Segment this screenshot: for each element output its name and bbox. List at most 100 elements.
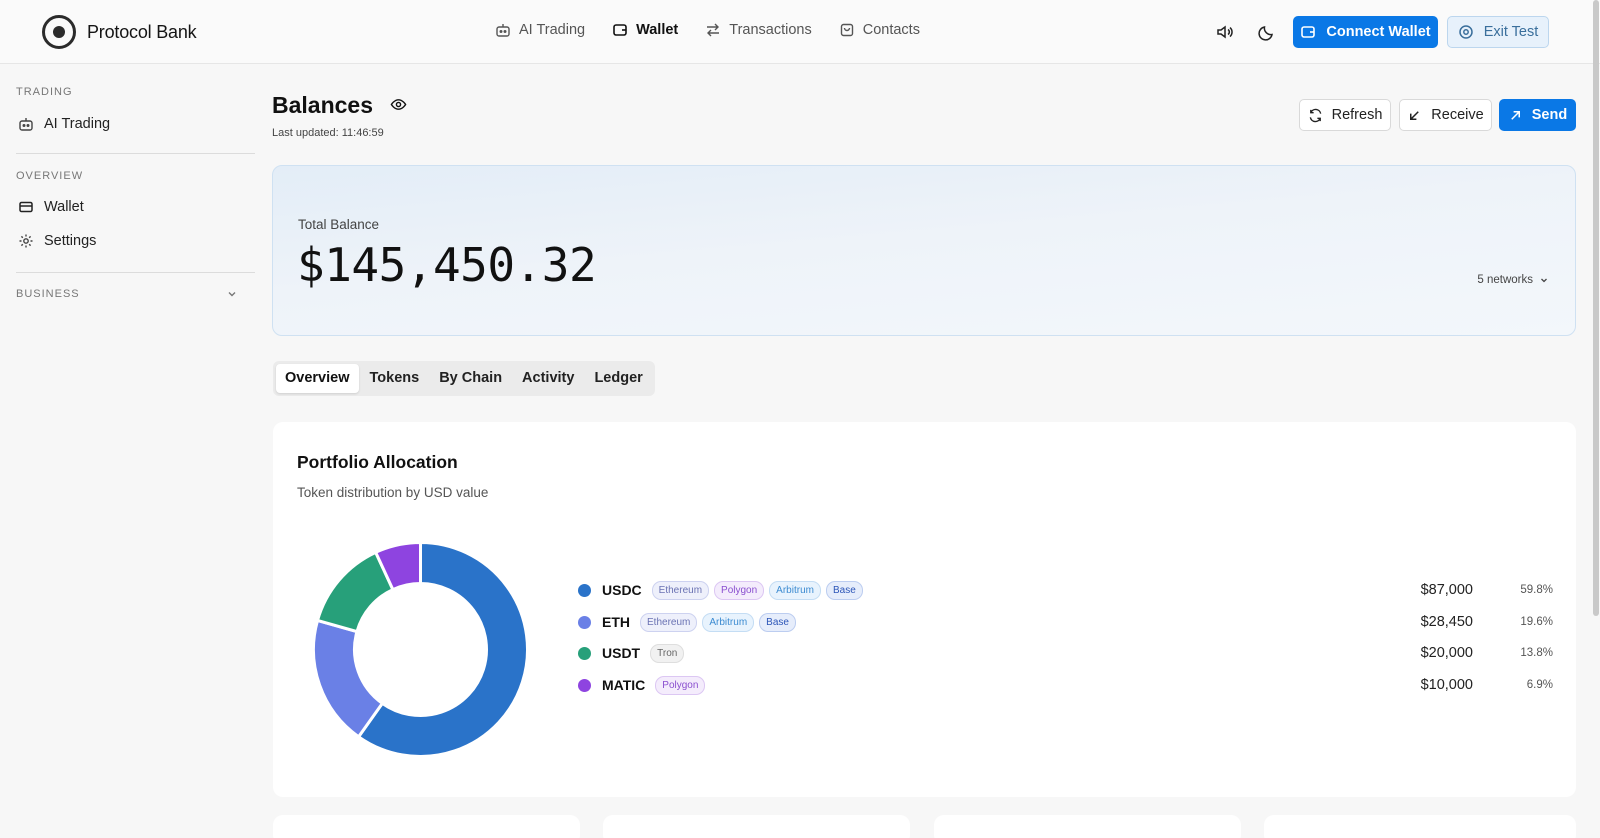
sidebar-item-settings[interactable]: Settings — [18, 233, 96, 249]
wallet-icon — [19, 201, 33, 213]
receive-button[interactable]: Receive — [1399, 99, 1492, 131]
sidebar-item-wallet[interactable]: Wallet — [18, 199, 84, 215]
speaker-icon[interactable] — [1215, 22, 1235, 42]
sidebar-item-label: AI Trading — [44, 116, 111, 132]
networks-dropdown[interactable]: 5 networks — [1477, 274, 1549, 286]
token-amount: $28,450 — [1420, 614, 1473, 630]
brand[interactable]: Protocol Bank — [42, 15, 197, 49]
wallet-icon — [1301, 26, 1316, 38]
chain-badge-base: Base — [825, 580, 863, 600]
arrow-down-left-icon — [1410, 110, 1420, 120]
sidebar-section-overview: OVERVIEW — [16, 170, 84, 182]
legend-color-dot — [578, 615, 591, 629]
nav-ai-trading-label: AI Trading — [519, 22, 586, 38]
token-percentage: 6.9% — [1526, 679, 1553, 691]
nav-ai-trading[interactable]: AI Trading — [495, 22, 585, 38]
token-percentage: 13.8% — [1520, 647, 1553, 659]
token-amount: $10,000 — [1420, 677, 1473, 693]
total-balance-label: Total Balance — [298, 217, 380, 232]
tab-overview[interactable]: Overview — [276, 364, 359, 393]
sidebar: TRADING AI Trading OVERVIEW Wallet Setti… — [0, 64, 255, 838]
eye-icon[interactable] — [390, 96, 407, 113]
tab-activity[interactable]: Activity — [513, 364, 583, 393]
gear-icon — [19, 234, 33, 248]
chain-badge-ethereum: Ethereum — [640, 612, 698, 632]
allocation-donut-chart — [313, 542, 528, 757]
robot-icon — [19, 118, 33, 131]
nav-wallet-label: Wallet — [636, 22, 679, 38]
summary-card — [603, 815, 910, 838]
chain-badge-polygon: Polygon — [714, 580, 765, 600]
nav-transactions[interactable]: Transactions — [705, 22, 812, 38]
legend-row-usdt[interactable]: USDT Tron $20,000 13.8% — [578, 641, 1553, 665]
allocation-subtitle: Token distribution by USD value — [297, 485, 489, 500]
token-percentage: 19.6% — [1520, 616, 1553, 628]
arrows-icon — [707, 23, 720, 37]
send-button[interactable]: Send — [1499, 99, 1576, 131]
balance-tabs: Overview Tokens By Chain Activity Ledger — [273, 361, 655, 396]
summary-card — [273, 815, 580, 838]
sidebar-divider — [16, 272, 255, 273]
sidebar-item-label: Settings — [44, 233, 97, 249]
chain-badge-arbitrum: Arbitrum — [702, 612, 755, 632]
arrow-up-right-icon — [1510, 110, 1520, 120]
last-updated: Last updated: 11:46:59 — [272, 127, 384, 139]
exit-test-button[interactable]: Exit Test — [1447, 16, 1549, 48]
token-percentage: 59.8% — [1520, 584, 1553, 596]
token-symbol: ETH — [602, 614, 630, 630]
legend-color-dot — [578, 678, 591, 692]
contacts-icon — [840, 23, 853, 37]
donut-slice-eth[interactable] — [313, 618, 385, 739]
top-navbar: Protocol Bank AI Trading Wallet Transact… — [0, 0, 1600, 64]
receive-label: Receive — [1431, 107, 1484, 123]
logo-icon — [42, 15, 76, 49]
scrollbar[interactable] — [1593, 0, 1599, 616]
sidebar-divider — [16, 153, 255, 154]
sidebar-item-ai-trading[interactable]: AI Trading — [18, 116, 110, 132]
chain-badge-ethereum: Ethereum — [651, 580, 710, 600]
token-symbol: MATIC — [602, 677, 646, 693]
exit-test-label: Exit Test — [1483, 24, 1539, 40]
robot-icon — [496, 24, 510, 37]
refresh-button[interactable]: Refresh — [1299, 99, 1391, 131]
total-balance-value: $145,450.32 — [297, 238, 597, 292]
refresh-icon — [1309, 108, 1321, 122]
main-nav: AI Trading Wallet Transactions Contacts — [495, 22, 920, 38]
sidebar-section-business[interactable]: BUSINESS — [16, 288, 80, 300]
tab-by-chain[interactable]: By Chain — [430, 364, 511, 393]
summary-card — [1264, 815, 1576, 838]
connect-wallet-label: Connect Wallet — [1326, 24, 1431, 40]
moon-icon[interactable] — [1257, 22, 1277, 42]
send-label: Send — [1531, 107, 1568, 123]
networks-label: 5 networks — [1477, 274, 1533, 286]
nav-transactions-label: Transactions — [729, 22, 812, 38]
chain-badge-tron: Tron — [650, 643, 685, 663]
allocation-title: Portfolio Allocation — [297, 452, 458, 472]
token-amount: $87,000 — [1420, 582, 1473, 598]
chain-badge-base: Base — [759, 612, 796, 632]
refresh-label: Refresh — [1331, 107, 1383, 123]
nav-contacts[interactable]: Contacts — [839, 22, 920, 38]
portfolio-allocation-card: Portfolio Allocation Token distribution … — [273, 422, 1576, 797]
chain-badge-polygon: Polygon — [655, 675, 706, 695]
nav-contacts-label: Contacts — [862, 22, 920, 38]
token-amount: $20,000 — [1420, 645, 1473, 661]
total-balance-card: Total Balance $145,450.32 5 networks — [272, 165, 1576, 336]
page-title: Balances — [272, 92, 374, 118]
legend-row-eth[interactable]: ETH Ethereum Arbitrum Base $28,450 19.6% — [578, 610, 1553, 634]
sidebar-section-trading: TRADING — [16, 86, 73, 98]
legend-color-dot — [578, 646, 591, 660]
nav-wallet[interactable]: Wallet — [612, 22, 678, 38]
tab-tokens[interactable]: Tokens — [361, 364, 429, 393]
token-symbol: USDT — [602, 645, 641, 661]
chevron-down-icon[interactable] — [226, 288, 238, 300]
tab-ledger[interactable]: Ledger — [585, 364, 651, 393]
legend-row-usdc[interactable]: USDC Ethereum Polygon Arbitrum Base $87,000 59… — [578, 578, 1553, 602]
connect-wallet-button[interactable]: Connect Wallet — [1293, 16, 1438, 48]
brand-name: Protocol Bank — [87, 21, 197, 42]
legend-color-dot — [578, 583, 591, 597]
legend-row-matic[interactable]: MATIC Polygon $10,000 6.9% — [578, 673, 1553, 697]
summary-card — [934, 815, 1241, 838]
token-symbol: USDC — [602, 582, 642, 598]
target-icon — [1458, 25, 1473, 39]
